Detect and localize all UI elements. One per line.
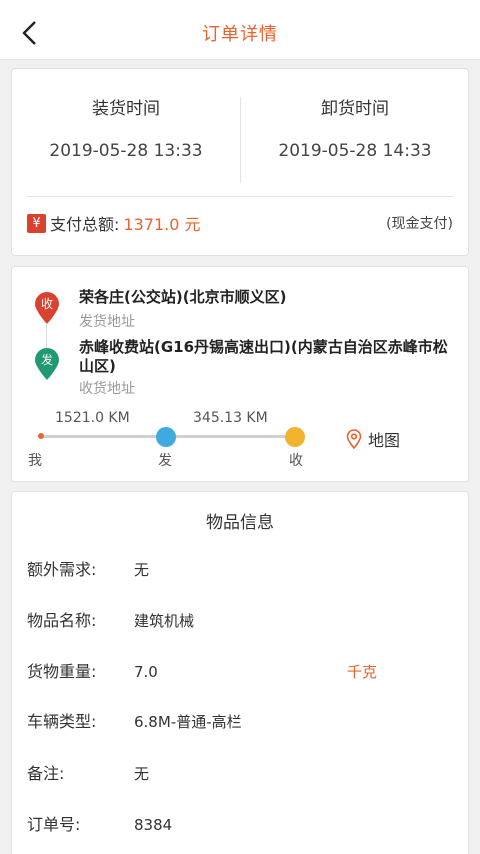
row-label: 备注: (27, 764, 65, 783)
goods-row-remark: 备注: 无 (27, 762, 453, 786)
yen-icon: ¥ (27, 213, 46, 233)
map-button[interactable]: 地图 (346, 427, 400, 451)
row-value: 7.0 (134, 663, 158, 681)
divider (26, 196, 454, 197)
progress-track (42, 435, 166, 438)
point-receive-dot (285, 427, 305, 447)
chevron-left-icon (22, 21, 36, 45)
goods-row-name: 物品名称: 建筑机械 (27, 609, 453, 633)
row-label: 额外需求: (27, 560, 97, 579)
load-time-label: 装货时间 (92, 99, 160, 119)
goods-row-vehicle: 车辆类型: 6.8M-普通-高栏 (27, 710, 453, 734)
row-label: 订单号: (27, 815, 81, 834)
row-value: 8384 (134, 816, 173, 834)
payment-label: 支付总额: (50, 215, 120, 234)
back-button[interactable] (14, 18, 44, 48)
load-time-value: 2019-05-28 13:33 (49, 141, 203, 161)
unload-time-label: 卸货时间 (321, 99, 389, 119)
row-value: 建筑机械 (134, 612, 195, 630)
unload-time: 卸货时间 2019-05-28 14:33 (241, 97, 469, 163)
row-label: 物品名称: (27, 611, 97, 630)
receive-address: 荣各庄(公交站)(北京市顺义区) (79, 288, 287, 306)
receive-address-sub: 发货地址 (79, 314, 135, 330)
distance-send-to-receive: 345.13 KM (193, 410, 268, 426)
row-value: 6.8M-普通-高栏 (134, 713, 242, 731)
goods-card: 物品信息 额外需求: 无 物品名称: 建筑机械 货物重量: 7.0 千克 车辆类… (11, 491, 469, 854)
page-title: 订单详情 (202, 23, 278, 45)
point-send-label: 发 (158, 453, 172, 469)
nav-bar: 订单详情 (0, 6, 480, 60)
send-pin-icon: 发 (35, 348, 59, 380)
load-time: 装货时间 2019-05-28 13:33 (12, 97, 240, 163)
payment-row: ¥ 支付总额: 1371.0 元 (现金支付) (27, 211, 453, 235)
progress-track (166, 435, 295, 438)
row-label: 车辆类型: (27, 712, 97, 731)
payment-method: (现金支付) (386, 216, 453, 232)
distance-me-to-send: 1521.0 KM (55, 410, 130, 426)
send-pin-text: 发 (41, 352, 53, 367)
goods-row-extra: 额外需求: 无 (27, 558, 453, 582)
payment-amount: 1371.0 元 (123, 215, 201, 234)
row-value: 无 (134, 765, 150, 783)
point-receive-label: 收 (289, 453, 303, 469)
route-connector (46, 323, 47, 349)
route-card: 收 发 荣各庄(公交站)(北京市顺义区) 发货地址 赤峰收费站(G16丹锡高速出… (11, 266, 469, 482)
point-send-dot (156, 427, 176, 447)
receive-pin-text: 收 (41, 297, 53, 311)
send-address: 赤峰收费站(G16丹锡高速出口)(内蒙古自治区赤峰市松山区) (79, 338, 448, 375)
goods-row-weight: 货物重量: 7.0 千克 (27, 660, 453, 684)
goods-title: 物品信息 (206, 513, 274, 533)
location-pin-icon (346, 429, 362, 449)
goods-row-order-id: 订单号: 8384 (27, 813, 453, 837)
point-me-dot (38, 433, 44, 439)
time-card: 装货时间 2019-05-28 13:33 卸货时间 2019-05-28 14… (11, 68, 469, 256)
row-value: 无 (134, 561, 150, 579)
send-address-sub: 收货地址 (79, 381, 135, 397)
weight-unit: 千克 (347, 663, 378, 681)
unload-time-value: 2019-05-28 14:33 (278, 141, 432, 161)
receive-pin-icon: 收 (35, 292, 59, 324)
map-label: 地图 (368, 431, 401, 450)
row-label: 货物重量: (27, 662, 97, 681)
point-me-label: 我 (28, 453, 42, 469)
